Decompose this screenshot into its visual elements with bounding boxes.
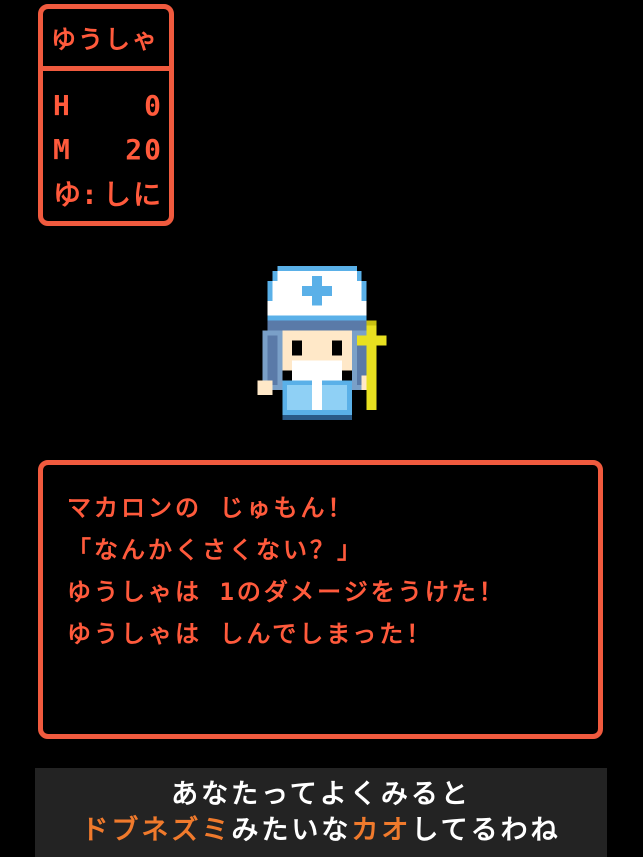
cleric-sprite-icon (257, 266, 387, 420)
mp-label: M (53, 132, 70, 166)
mp-row: M 20 (43, 127, 169, 171)
caption-text-mitaina: みたいな (231, 815, 352, 846)
hp-label: H (53, 88, 70, 122)
status-window: ゆうしゃ H 0 M 20 ゆ: しに (38, 4, 174, 226)
message-line-4: ゆうしゃは しんでしまった！ (67, 620, 434, 648)
message-line-1: マカロンの じゅもん！ (67, 494, 355, 522)
status-rows: H 0 M 20 ゆ: しに (43, 71, 169, 215)
mp-value: 20 (125, 132, 163, 166)
condition-value: しに (102, 178, 163, 211)
caption-text-shiterudawane: してるわね (411, 815, 561, 846)
caption-bar: あなたってよくみると ドブネズミみたいなカオしてるわね (35, 768, 607, 857)
condition-row: ゆ: しに (43, 171, 169, 215)
caption-highlight-kao: カオ (351, 815, 412, 846)
hp-row: H 0 (43, 83, 169, 127)
hero-name: ゆうしゃ (43, 9, 169, 71)
message-line-3: ゆうしゃは 1のダメージをうけた！ (67, 578, 506, 606)
hp-value: 0 (144, 88, 163, 122)
caption-line-1: あなたってよくみると (171, 779, 471, 810)
caption-line-2: ドブネズミみたいなカオしてるわね (35, 813, 607, 849)
message-window[interactable]: マカロンの じゅもん！ 「なんかくさくない？」 ゆうしゃは 1のダメージをうけた… (38, 460, 603, 739)
message-line-2: 「なんかくさくない？」 (67, 536, 364, 564)
caption-highlight-dobunezumi: ドブネズミ (81, 815, 232, 846)
condition-label: ゆ: (53, 178, 98, 211)
